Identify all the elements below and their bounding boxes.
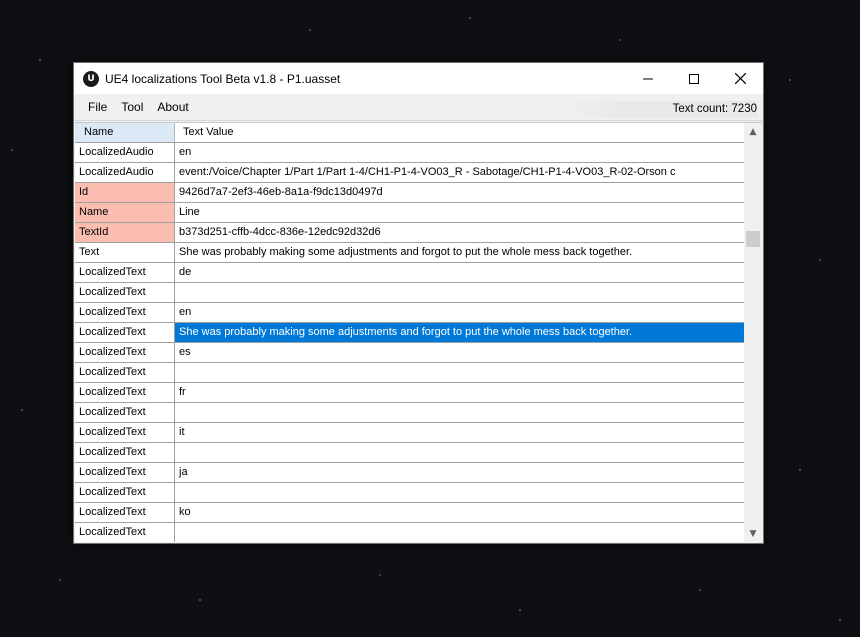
vertical-scrollbar[interactable]: ▲ ▼ xyxy=(744,123,762,542)
cell-name[interactable]: LocalizedAudio xyxy=(75,143,175,163)
table-row[interactable]: LocalizedText xyxy=(75,443,745,463)
table-row[interactable]: LocalizedText xyxy=(75,403,745,423)
minimize-button[interactable] xyxy=(625,63,671,94)
cell-name[interactable]: LocalizedText xyxy=(75,343,175,363)
cell-text-value[interactable]: ja xyxy=(175,463,745,483)
cell-name[interactable]: LocalizedText xyxy=(75,283,175,303)
cell-text-value[interactable]: fr xyxy=(175,383,745,403)
cell-text-value[interactable]: de xyxy=(175,263,745,283)
column-header-name[interactable]: Name xyxy=(75,123,175,143)
maximize-icon xyxy=(689,73,699,84)
cell-name[interactable]: LocalizedText xyxy=(75,523,175,542)
table-row[interactable]: LocalizedText xyxy=(75,363,745,383)
table-row[interactable]: LocalizedText ko xyxy=(75,503,745,523)
cell-name[interactable]: LocalizedText xyxy=(75,403,175,423)
table-row[interactable]: LocalizedAudio en xyxy=(75,143,745,163)
table-row[interactable]: Text She was probably making some adjustm… xyxy=(75,243,745,263)
app-icon: U xyxy=(83,70,99,87)
minimize-icon xyxy=(643,78,653,79)
menu-file[interactable]: File xyxy=(74,100,114,114)
cell-text-value[interactable] xyxy=(175,523,745,542)
cell-text-value[interactable]: Line xyxy=(175,203,745,223)
table-row[interactable]: LocalizedText fr xyxy=(75,383,745,403)
cell-text-value[interactable] xyxy=(175,403,745,423)
table-row[interactable]: LocalizedText it xyxy=(75,423,745,443)
cell-text-value[interactable] xyxy=(175,283,745,303)
scroll-down-button[interactable]: ▼ xyxy=(744,525,762,542)
cell-name[interactable]: LocalizedText xyxy=(75,503,175,523)
cell-name[interactable]: LocalizedText xyxy=(75,263,175,283)
table-row[interactable]: LocalizedText es xyxy=(75,343,745,363)
app-window: U UE4 localizations Tool Beta v1.8 - P1.… xyxy=(73,62,764,544)
cell-text-value[interactable]: 9426d7a7-2ef3-46eb-8a1a-f9dc13d0497d xyxy=(175,183,745,203)
close-button[interactable] xyxy=(717,63,763,94)
table-row[interactable]: LocalizedText She was probably making som… xyxy=(75,323,745,343)
cell-text-value[interactable]: it xyxy=(175,423,745,443)
cell-name[interactable]: Name xyxy=(75,203,175,223)
column-header-text-value[interactable]: Text Value xyxy=(175,123,745,143)
cell-text-value[interactable]: She was probably making some adjustments… xyxy=(175,323,745,343)
close-icon xyxy=(734,73,746,84)
cell-name[interactable]: LocalizedText xyxy=(75,303,175,323)
scroll-down-icon: ▼ xyxy=(749,528,757,539)
title-bar[interactable]: U UE4 localizations Tool Beta v1.8 - P1.… xyxy=(74,63,763,94)
cell-text-value[interactable] xyxy=(175,483,745,503)
data-grid[interactable]: Name Text Value LocalizedAudio en Localize… xyxy=(75,122,762,542)
cell-text-value[interactable] xyxy=(175,363,745,383)
cell-name[interactable]: LocalizedText xyxy=(75,463,175,483)
cell-name[interactable]: Id xyxy=(75,183,175,203)
cell-name[interactable]: LocalizedText xyxy=(75,323,175,343)
cell-name[interactable]: LocalizedAudio xyxy=(75,163,175,183)
cell-text-value[interactable]: She was probably making some adjustments… xyxy=(175,243,745,263)
table-row[interactable]: LocalizedText xyxy=(75,283,745,303)
scroll-thumb[interactable] xyxy=(746,231,760,247)
cell-text-value[interactable]: b373d251-cffb-4dcc-836e-12edc92d32d6 xyxy=(175,223,745,243)
grid-header: Name Text Value xyxy=(75,123,745,143)
cell-name[interactable]: LocalizedText xyxy=(75,443,175,463)
cell-name[interactable]: Text xyxy=(75,243,175,263)
table-row[interactable]: Name Line xyxy=(75,203,745,223)
cell-text-value[interactable]: event:/Voice/Chapter 1/Part 1/Part 1-4/C… xyxy=(175,163,745,183)
table-row[interactable]: LocalizedText de xyxy=(75,263,745,283)
menu-about[interactable]: About xyxy=(150,100,195,114)
scroll-up-icon: ▲ xyxy=(749,126,757,137)
window-title: UE4 localizations Tool Beta v1.8 - P1.ua… xyxy=(105,71,341,86)
table-row[interactable]: LocalizedText xyxy=(75,523,745,542)
cell-text-value[interactable] xyxy=(175,443,745,463)
menu-bar: File Tool About Text count: 7230 xyxy=(74,94,763,121)
table-row[interactable]: LocalizedText en xyxy=(75,303,745,323)
cell-text-value[interactable]: en xyxy=(175,303,745,323)
table-row[interactable]: TextId b373d251-cffb-4dcc-836e-12edc92d32… xyxy=(75,223,745,243)
window-controls xyxy=(625,63,763,94)
menu-tool[interactable]: Tool xyxy=(114,100,150,114)
cell-text-value[interactable]: en xyxy=(175,143,745,163)
table-row[interactable]: LocalizedAudio event:/Voice/Chapter 1/Par… xyxy=(75,163,745,183)
table-row[interactable]: LocalizedText xyxy=(75,483,745,503)
maximize-button[interactable] xyxy=(671,63,717,94)
cell-name[interactable]: LocalizedText xyxy=(75,423,175,443)
cell-name[interactable]: LocalizedText xyxy=(75,383,175,403)
table-row[interactable]: LocalizedText ja xyxy=(75,463,745,483)
text-count: Text count: 7230 xyxy=(561,101,757,118)
cell-text-value[interactable]: es xyxy=(175,343,745,363)
cell-name[interactable]: TextId xyxy=(75,223,175,243)
cell-name[interactable]: LocalizedText xyxy=(75,483,175,503)
cell-text-value[interactable]: ko xyxy=(175,503,745,523)
scroll-up-button[interactable]: ▲ xyxy=(744,123,762,140)
table-row[interactable]: Id 9426d7a7-2ef3-46eb-8a1a-f9dc13d0497d xyxy=(75,183,745,203)
cell-name[interactable]: LocalizedText xyxy=(75,363,175,383)
